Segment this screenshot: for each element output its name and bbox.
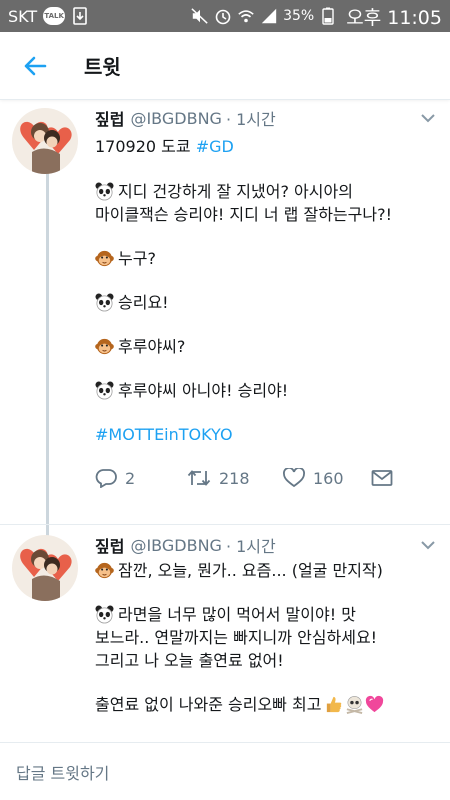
tweet-text: 지디 건강하게 잘 지냈어? 아시아의 마이클잭슨 승리야! 지디 너 랩 잘하… <box>95 182 392 224</box>
tweet-paragraph: 잠깐, 오늘, 뭔가.. 요즘... (얼굴 만지작) <box>95 559 438 582</box>
reply-count: 2 <box>125 468 136 488</box>
reply-placeholder: 답글 트윗하기 <box>16 763 110 783</box>
avatar[interactable] <box>12 108 78 174</box>
timestamp: · 1시간 <box>225 110 276 129</box>
display-name[interactable]: 짚럽 <box>95 106 124 130</box>
handle[interactable]: @IBGDBNG <box>130 109 221 128</box>
tweet-text: 출연료 없이 나와준 승리오빠 최고 <box>95 695 322 714</box>
tweet-text: 후루야씨 아니야! 승리야! <box>118 381 289 400</box>
tweet-paragraph: 지디 건강하게 잘 지냈어? 아시아의 마이클잭슨 승리야! 지디 너 랩 잘하… <box>95 180 438 226</box>
heart-icon <box>283 468 305 488</box>
mute-icon <box>191 7 209 25</box>
retweet-icon <box>187 470 211 486</box>
download-icon <box>71 7 89 25</box>
reply-icon <box>95 469 117 488</box>
monkey-emoji <box>95 250 114 267</box>
signal-icon <box>260 7 278 25</box>
clock: 오후 11:05 <box>346 6 442 29</box>
share-icon <box>371 470 393 486</box>
chevron-down-icon[interactable] <box>418 108 438 128</box>
retweet-count: 218 <box>219 468 250 488</box>
alarm-icon <box>214 7 232 25</box>
panda-emoji <box>95 182 114 201</box>
tweet-text: 후루야씨? <box>118 337 186 356</box>
battery-percent: 35% <box>283 8 315 24</box>
like-button[interactable]: 160 <box>283 468 371 488</box>
chevron-down-icon[interactable] <box>418 535 438 555</box>
reply-button[interactable]: 2 <box>95 468 187 488</box>
timestamp: · 1시간 <box>225 537 276 556</box>
like-count: 160 <box>313 468 344 488</box>
tweet-text-line: 170920 도쿄 #GD <box>95 135 438 158</box>
status-bar: SKT TALK 35% 오후 11:05 <box>0 0 450 32</box>
monkey-emoji <box>95 338 114 355</box>
app-bar: 트윗 <box>0 32 450 100</box>
heart-emoji <box>366 695 384 713</box>
retweet-button[interactable]: 218 <box>187 469 283 488</box>
panda-emoji <box>95 605 114 624</box>
panda-emoji <box>95 381 114 400</box>
tweet-paragraph: 승리요! <box>95 291 438 314</box>
share-button[interactable] <box>371 469 401 487</box>
tweet-paragraph: 후루야씨? <box>95 335 438 358</box>
tweet[interactable]: 짚럽 @IBGDBNG · 1시간 잠깐, 오늘, 뭔가.. 요즘... (얼굴… <box>0 525 450 742</box>
page-title: 트윗 <box>84 55 121 79</box>
carrier-label: SKT <box>8 6 38 26</box>
tweet-actions: 2 218 160 <box>95 468 438 488</box>
tweet-paragraph: 출연료 없이 나와준 승리오빠 최고 <box>95 693 438 716</box>
display-name[interactable]: 짚럽 <box>95 533 124 557</box>
tweet-text: 라면을 너무 많이 먹어서 말이야! 맛 보느라.. 연말까지는 빠지니까 안심… <box>95 605 378 670</box>
tweet-text: 승리요! <box>118 293 169 312</box>
reply-input[interactable]: 답글 트윗하기 <box>0 742 450 800</box>
back-arrow-icon[interactable] <box>22 53 48 79</box>
tweet-text: 누구? <box>118 249 156 268</box>
hashtag-link[interactable]: #MOTTEinTOKYO <box>95 425 233 444</box>
panda-emoji <box>95 293 114 312</box>
skull-emoji <box>347 696 363 714</box>
tweet-header: 짚럽 @IBGDBNG · 1시간 <box>95 533 438 557</box>
tweet-paragraph: 라면을 너무 많이 먹어서 말이야! 맛 보느라.. 연말까지는 빠지니까 안심… <box>95 603 438 672</box>
handle[interactable]: @IBGDBNG <box>130 536 221 555</box>
wifi-icon <box>237 7 255 25</box>
tweet-paragraph: 누구? <box>95 247 438 270</box>
thumbs-up-emoji <box>327 696 342 713</box>
tweet-text: 잠깐, 오늘, 뭔가.. 요즘... (얼굴 만지작) <box>118 561 383 580</box>
tweet-text: 170920 도쿄 <box>95 137 196 156</box>
tweet[interactable]: 짚럽 @IBGDBNG · 1시간 170920 도쿄 #GD 지디 건강하게 … <box>0 100 450 524</box>
tweet-header: 짚럽 @IBGDBNG · 1시간 <box>95 106 438 130</box>
tweet-paragraph: #MOTTEinTOKYO <box>95 423 438 446</box>
battery-icon <box>319 7 337 25</box>
kakaotalk-icon: TALK <box>43 7 66 25</box>
hashtag-link[interactable]: #GD <box>196 137 234 156</box>
monkey-emoji <box>95 562 114 579</box>
tweet-paragraph: 후루야씨 아니야! 승리야! <box>95 379 438 402</box>
tweet-thread[interactable]: 짚럽 @IBGDBNG · 1시간 170920 도쿄 #GD 지디 건강하게 … <box>0 100 450 742</box>
avatar[interactable] <box>12 535 78 601</box>
